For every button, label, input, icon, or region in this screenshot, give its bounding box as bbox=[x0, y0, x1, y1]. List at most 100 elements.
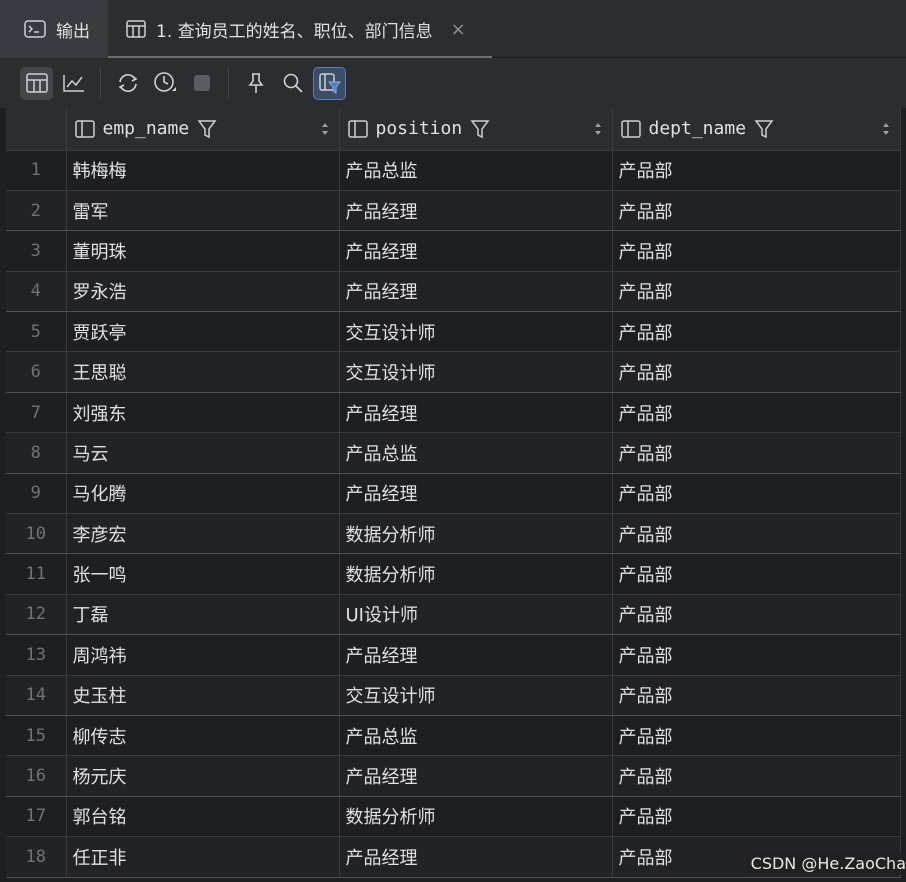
cell-emp-name[interactable]: 周鸿祎 bbox=[66, 634, 340, 676]
cell-emp-name[interactable]: 雷军 bbox=[66, 190, 340, 232]
cell-dept-name[interactable]: 产品部 bbox=[612, 675, 901, 716]
cell-dept-name[interactable]: 产品部 bbox=[612, 230, 901, 272]
table-row[interactable]: 9 马化腾 产品经理 产品部 bbox=[6, 473, 901, 515]
cell-position[interactable]: 数据分析师 bbox=[339, 553, 613, 595]
cell-position[interactable]: 交互设计师 bbox=[339, 675, 613, 716]
table-row[interactable]: 17 郭台铭 数据分析师 产品部 bbox=[6, 796, 901, 838]
row-number[interactable]: 4 bbox=[6, 271, 67, 313]
cell-emp-name[interactable]: 马化腾 bbox=[66, 473, 340, 515]
cell-position[interactable]: 产品经理 bbox=[339, 473, 613, 515]
sort-icon[interactable] bbox=[321, 122, 329, 136]
row-number[interactable]: 15 bbox=[6, 715, 67, 757]
cell-emp-name[interactable]: 杨元庆 bbox=[66, 755, 340, 797]
row-number[interactable]: 16 bbox=[6, 755, 67, 797]
cell-emp-name[interactable]: 丁磊 bbox=[66, 594, 340, 636]
cell-emp-name[interactable]: 任正非 bbox=[66, 836, 340, 878]
table-view-button[interactable] bbox=[20, 66, 53, 100]
cell-position[interactable]: 数据分析师 bbox=[339, 513, 613, 555]
row-number[interactable]: 6 bbox=[6, 351, 67, 393]
cell-position[interactable]: 产品总监 bbox=[339, 715, 613, 757]
table-row[interactable]: 16 杨元庆 产品经理 产品部 bbox=[6, 755, 901, 797]
cell-position[interactable]: 产品经理 bbox=[339, 634, 613, 676]
cell-dept-name[interactable]: 产品部 bbox=[612, 513, 901, 555]
column-header-position[interactable]: position bbox=[339, 108, 613, 151]
cell-emp-name[interactable]: 张一鸣 bbox=[66, 553, 340, 595]
cell-dept-name[interactable]: 产品部 bbox=[612, 473, 901, 515]
row-number[interactable]: 3 bbox=[6, 230, 67, 272]
table-row[interactable]: 15 柳传志 产品总监 产品部 bbox=[6, 715, 901, 757]
tab-output[interactable]: 输出 bbox=[0, 0, 108, 58]
row-number[interactable]: 14 bbox=[6, 675, 67, 716]
cell-position[interactable]: 产品经理 bbox=[339, 271, 613, 313]
column-header-dept-name[interactable]: dept_name bbox=[612, 108, 901, 151]
table-row[interactable]: 14 史玉柱 交互设计师 产品部 bbox=[6, 675, 901, 716]
cell-emp-name[interactable]: 刘强东 bbox=[66, 392, 340, 434]
cell-dept-name[interactable]: 产品部 bbox=[612, 351, 901, 393]
cell-dept-name[interactable]: 产品部 bbox=[612, 634, 901, 676]
row-number[interactable]: 1 bbox=[6, 150, 67, 191]
row-number[interactable]: 11 bbox=[6, 553, 67, 595]
filter-icon[interactable] bbox=[197, 119, 217, 139]
pin-button[interactable] bbox=[239, 67, 272, 100]
table-row[interactable]: 8 马云 产品总监 产品部 bbox=[6, 432, 901, 474]
filter-icon[interactable] bbox=[754, 119, 774, 139]
cell-dept-name[interactable]: 产品部 bbox=[612, 150, 901, 191]
cell-emp-name[interactable]: 柳传志 bbox=[66, 715, 340, 757]
filter-icon[interactable] bbox=[470, 119, 490, 139]
cell-dept-name[interactable]: 产品部 bbox=[612, 553, 901, 595]
cell-dept-name[interactable]: 产品部 bbox=[612, 271, 901, 313]
table-row[interactable]: 6 王思聪 交互设计师 产品部 bbox=[6, 351, 901, 393]
row-number[interactable]: 13 bbox=[6, 634, 67, 676]
cell-dept-name[interactable]: 产品部 bbox=[612, 755, 901, 797]
cell-position[interactable]: 交互设计师 bbox=[339, 311, 613, 353]
cell-dept-name[interactable]: 产品部 bbox=[612, 715, 901, 757]
search-button[interactable] bbox=[276, 67, 309, 100]
cell-dept-name[interactable]: 产品部 bbox=[612, 311, 901, 353]
cell-position[interactable]: 产品经理 bbox=[339, 230, 613, 272]
cell-position[interactable]: 产品经理 bbox=[339, 755, 613, 797]
refresh-button[interactable] bbox=[111, 67, 144, 100]
chart-view-button[interactable] bbox=[57, 67, 90, 100]
table-row[interactable]: 3 董明珠 产品经理 产品部 bbox=[6, 230, 901, 272]
row-number[interactable]: 17 bbox=[6, 796, 67, 838]
row-number[interactable]: 10 bbox=[6, 513, 67, 555]
table-row[interactable]: 12 丁磊 UI设计师 产品部 bbox=[6, 594, 901, 636]
row-number[interactable]: 8 bbox=[6, 432, 67, 474]
cell-position[interactable]: 产品总监 bbox=[339, 150, 613, 191]
cell-position[interactable]: 产品经理 bbox=[339, 190, 613, 232]
row-number[interactable]: 18 bbox=[6, 836, 67, 878]
row-number[interactable]: 2 bbox=[6, 190, 67, 232]
cell-emp-name[interactable]: 史玉柱 bbox=[66, 675, 340, 716]
table-row[interactable]: 1 韩梅梅 产品总监 产品部 bbox=[6, 150, 901, 191]
table-row[interactable]: 7 刘强东 产品经理 产品部 bbox=[6, 392, 901, 434]
cell-emp-name[interactable]: 韩梅梅 bbox=[66, 150, 340, 191]
row-number[interactable]: 7 bbox=[6, 392, 67, 434]
cell-position[interactable]: 交互设计师 bbox=[339, 351, 613, 393]
table-row[interactable]: 5 贾跃亭 交互设计师 产品部 bbox=[6, 311, 901, 353]
cell-dept-name[interactable]: 产品部 bbox=[612, 432, 901, 474]
cell-dept-name[interactable]: 产品部 bbox=[612, 594, 901, 636]
stop-button[interactable] bbox=[185, 67, 218, 100]
cell-position[interactable]: 产品总监 bbox=[339, 432, 613, 474]
cell-emp-name[interactable]: 贾跃亭 bbox=[66, 311, 340, 353]
close-icon[interactable]: × bbox=[451, 19, 466, 40]
cell-emp-name[interactable]: 马云 bbox=[66, 432, 340, 474]
sort-icon[interactable] bbox=[594, 122, 602, 136]
cell-position[interactable]: 数据分析师 bbox=[339, 796, 613, 838]
table-row[interactable]: 11 张一鸣 数据分析师 产品部 bbox=[6, 553, 901, 595]
cell-emp-name[interactable]: 董明珠 bbox=[66, 230, 340, 272]
filter-toggle-button[interactable] bbox=[313, 66, 346, 100]
cell-position[interactable]: 产品经理 bbox=[339, 392, 613, 434]
table-row[interactable]: 4 罗永浩 产品经理 产品部 bbox=[6, 271, 901, 313]
row-number[interactable]: 9 bbox=[6, 473, 67, 515]
cell-dept-name[interactable]: 产品部 bbox=[612, 392, 901, 434]
cell-dept-name[interactable]: 产品部 bbox=[612, 190, 901, 232]
table-row[interactable]: 13 周鸿祎 产品经理 产品部 bbox=[6, 634, 901, 676]
sort-icon[interactable] bbox=[882, 122, 890, 136]
row-number[interactable]: 5 bbox=[6, 311, 67, 353]
cell-position[interactable]: 产品经理 bbox=[339, 836, 613, 878]
cell-emp-name[interactable]: 王思聪 bbox=[66, 351, 340, 393]
history-button[interactable] bbox=[148, 67, 181, 100]
cell-emp-name[interactable]: 李彦宏 bbox=[66, 513, 340, 555]
tab-query-result[interactable]: 1. 查询员工的姓名、职位、部门信息 × bbox=[108, 0, 492, 58]
